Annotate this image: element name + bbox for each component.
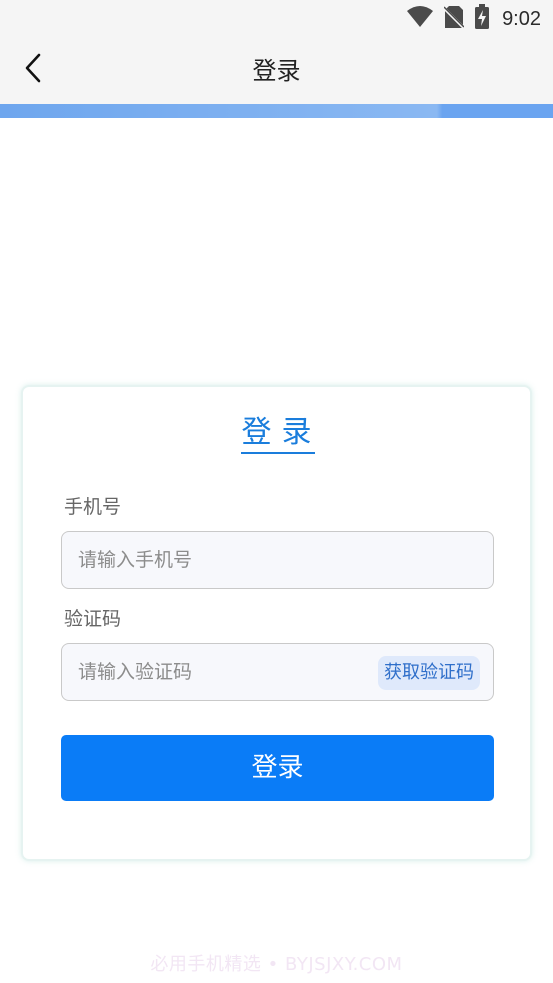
no-sim-icon: [443, 5, 466, 33]
code-input[interactable]: [76, 644, 356, 700]
card-title-text: 登录: [241, 415, 322, 450]
status-bar: 9:02: [0, 0, 553, 38]
status-time: 9:02: [502, 7, 541, 30]
login-card: 登录 手机号 验证码 获取验证码 登录: [21, 385, 532, 861]
app-bar: 登录: [0, 38, 553, 104]
phone-label: 手机号: [64, 496, 122, 518]
phone-input[interactable]: [76, 532, 356, 588]
wifi-icon: [406, 6, 434, 32]
code-input-box[interactable]: 获取验证码: [61, 643, 494, 701]
get-code-button[interactable]: 获取验证码: [378, 656, 480, 690]
phone-input-box[interactable]: [61, 531, 494, 589]
login-button[interactable]: 登录: [61, 735, 494, 801]
watermark: 必用手机精选 • BYJSJXY.COM: [150, 954, 403, 975]
card-title: 登录: [23, 407, 530, 451]
status-icons: 9:02: [406, 4, 541, 34]
card-title-underline: [241, 452, 315, 454]
code-label: 验证码: [64, 608, 122, 630]
page-title: 登录: [252, 57, 301, 85]
battery-charging-icon: [474, 4, 490, 34]
app-bar-accent-strip: [0, 104, 553, 118]
